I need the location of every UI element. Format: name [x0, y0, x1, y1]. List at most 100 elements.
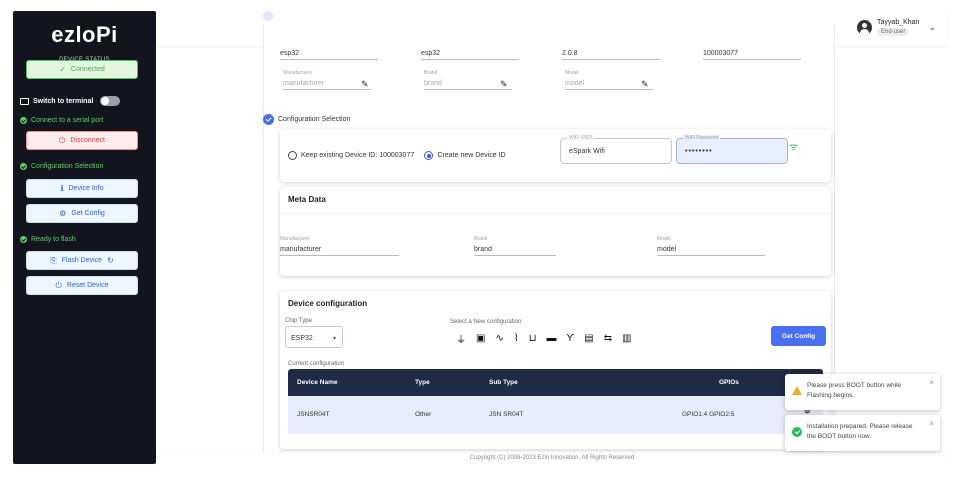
user-menu[interactable]: Tayyab_Khan End-user ⌄ — [857, 19, 936, 36]
chip-type-select[interactable]: ESP32 ▾ — [285, 326, 343, 348]
manufacturer-edit-label: Manufacturer — [283, 70, 313, 76]
configuration-selection-title: Configuration Selection — [278, 116, 351, 123]
device-info-label: Device Info — [68, 185, 104, 192]
config-icon-toolbar: ⏚ ▣ ∿ ⌇ ⊔ ▬ ϒ ▤ ⇆ ▥ — [456, 331, 632, 346]
device-configuration-card: Device configuration Chip Type ESP32 ▾ S… — [280, 291, 831, 449]
device-value-3: 2.0.8 — [562, 50, 660, 60]
disconnect-label: Disconnect — [70, 137, 105, 144]
manufacturer-edit-field[interactable]: Manufacturer manufacturer — [283, 70, 371, 90]
device-field-3: 2.0.8 — [562, 50, 660, 60]
device-info-button[interactable]: ℹ Device Info — [26, 179, 138, 198]
config-selection-label: Configuration Selection — [31, 163, 104, 170]
connect-serial-label: Connect to a serial port — [31, 117, 104, 124]
username: Tayyab_Khan — [877, 19, 920, 26]
antenna-icon[interactable]: ϒ — [567, 333, 575, 344]
wifi-ssid-field[interactable]: WiFi SSID eSpark Wifi — [560, 135, 672, 164]
check-icon — [20, 163, 27, 170]
model-edit-input[interactable]: model — [565, 80, 653, 90]
keep-existing-label: Keep existing Device ID: 100003077 — [301, 152, 415, 160]
cell-type: Other — [415, 411, 432, 418]
config-selection-card: Keep existing Device ID: 100003077 Creat… — [280, 129, 831, 182]
swap-icon[interactable]: ⇆ — [604, 333, 612, 344]
signal-icon[interactable]: ∿ — [495, 333, 503, 344]
power-icon: ⏻ — [59, 135, 66, 145]
meta-model-input[interactable]: model — [657, 246, 765, 256]
col-gpios: GPIOs — [719, 379, 739, 386]
get-config-button[interactable]: Get Config — [771, 326, 826, 346]
manufacturer-edit-input[interactable]: manufacturer — [283, 80, 371, 90]
success-check-icon — [792, 427, 802, 437]
pins-icon[interactable]: ▥ — [622, 333, 631, 344]
pencil-icon[interactable]: ✎ — [641, 79, 649, 90]
device-id-options: Keep existing Device ID: 100003077 Creat… — [288, 151, 514, 161]
footer: Copyright (C) 2008-2023 Ezlo Innovation.… — [156, 452, 948, 465]
wifi-password-label: WiFi Password — [683, 135, 721, 141]
chip-type-label: Chip Type — [285, 318, 312, 324]
check-circle-icon: ✓ — [59, 65, 66, 74]
meta-manufacturer-label: Manufacturer — [280, 236, 310, 242]
create-new-radio[interactable] — [424, 151, 434, 161]
bracket-icon[interactable]: ⊔ — [529, 333, 537, 344]
select-new-config-label: Select a New configuration — [450, 319, 522, 325]
meta-data-card: Meta Data Manufacturer manufacturer Bran… — [280, 187, 831, 276]
wifi-password-input[interactable]: •••••••• — [685, 148, 713, 155]
keep-existing-radio[interactable] — [288, 151, 297, 161]
terminal-icon — [20, 97, 29, 105]
flash-device-button[interactable]: ⎘ Flash Device ↻ — [26, 251, 138, 270]
settings-icon: ⚙ — [59, 209, 67, 218]
model-edit-field[interactable]: Model model — [565, 70, 653, 90]
close-icon[interactable]: × — [929, 419, 934, 428]
model-edit-label: Model — [565, 70, 579, 76]
meta-manufacturer-field[interactable]: Manufacturer manufacturer — [280, 236, 399, 256]
display-icon[interactable]: ▤ — [584, 333, 593, 344]
waveform-icon[interactable]: ⌇ — [514, 333, 519, 344]
terminal-toggle[interactable] — [100, 96, 121, 106]
check-icon — [20, 117, 27, 124]
caret-down-icon: ▾ — [332, 336, 336, 342]
brand-edit-input[interactable]: brand — [424, 80, 512, 90]
sensor-icon[interactable]: ⏚ — [456, 331, 466, 346]
warning-toast-text: Please press BOOT button while Flashing … — [807, 382, 902, 399]
meta-brand-field[interactable]: Brand brand — [474, 236, 556, 256]
chevron-down-icon[interactable]: ⌄ — [928, 22, 936, 33]
col-device-name: Device Name — [297, 379, 338, 386]
pencil-icon[interactable]: ✎ — [361, 79, 369, 90]
config-table-header: Device Name Type Sub Type GPIOs — [288, 369, 823, 396]
get-config-label: Get Config — [71, 210, 105, 217]
warning-icon — [792, 386, 802, 395]
wifi-ssid-label: WiFi SSID — [567, 135, 595, 141]
copyright-text: Copyright (C) 2008-2023 Ezlo Innovation.… — [469, 455, 635, 461]
meta-manufacturer-input[interactable]: manufacturer — [280, 246, 399, 256]
wifi-ssid-input[interactable]: eSpark Wifi — [569, 148, 605, 155]
meta-brand-input[interactable]: brand — [474, 246, 556, 256]
device-value-1: esp32 — [280, 50, 378, 60]
meta-model-field[interactable]: Model model — [657, 236, 765, 256]
close-icon[interactable]: × — [929, 378, 934, 387]
current-config-label: Current configuration — [288, 361, 345, 367]
cell-device-name: JSNSR04T — [297, 411, 330, 418]
connected-label: Connected — [70, 66, 105, 73]
disconnect-button[interactable]: ⏻ Disconnect — [26, 131, 138, 150]
pencil-icon[interactable]: ✎ — [500, 79, 508, 90]
brand-edit-field[interactable]: Brand brand — [424, 70, 512, 90]
wifi-icon: ᯤ — [789, 142, 799, 153]
connected-button[interactable]: ✓ Connected — [26, 60, 138, 79]
sidebar: ezloPi DEVICE STATUS ✓ Connected Switch … — [13, 11, 156, 464]
cell-sub-type: JSN SR04T — [489, 411, 524, 418]
wifi-password-field[interactable]: WiFi Password •••••••• — [676, 135, 788, 164]
check-icon — [20, 236, 27, 243]
user-role-badge: End-user — [877, 28, 910, 36]
warning-toast: Please press BOOT button while Flashing … — [785, 374, 940, 410]
config-selection-step: Configuration Selection — [20, 163, 103, 170]
module-icon[interactable]: ▬ — [547, 333, 557, 344]
power-icon: ⏻ — [55, 280, 62, 290]
get-config-button-sidebar[interactable]: ⚙ Get Config — [26, 204, 138, 223]
ezlopi-logo: ezloPi — [51, 22, 118, 47]
meta-data-title: Meta Data — [288, 195, 326, 204]
relay-icon[interactable]: ▣ — [476, 333, 485, 344]
flash-device-label: Flash Device — [61, 257, 103, 264]
reset-device-button[interactable]: ⏻ Reset Device — [26, 276, 138, 295]
device-configuration-title: Device configuration — [288, 299, 368, 308]
switch-terminal-row: Switch to terminal — [20, 96, 121, 106]
divider — [280, 213, 831, 214]
